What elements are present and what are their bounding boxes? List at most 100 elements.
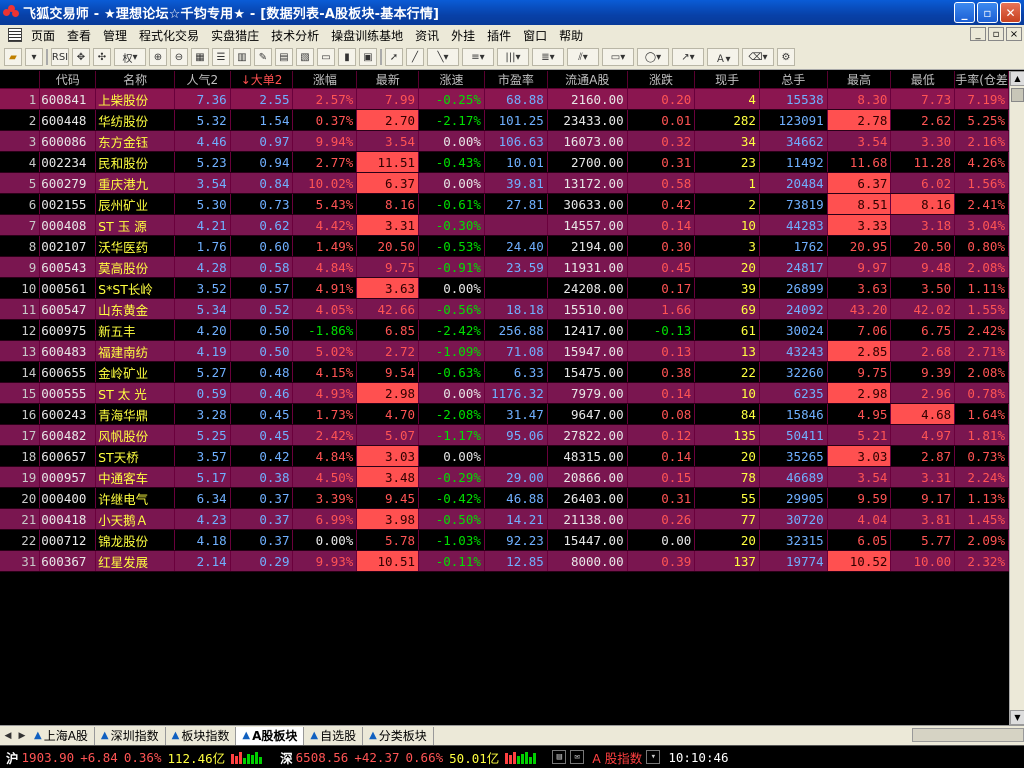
table-row[interactable]: 19 000957 中通客车 5.17 0.38 4.50% 3.48 -0.29% 29.00…	[0, 466, 1009, 488]
page-icon[interactable]: ▭	[317, 48, 335, 66]
dropdown-arrow-icon[interactable]: ▾	[25, 48, 43, 66]
tab-sh-a[interactable]: ▲ 上海A股	[28, 726, 95, 745]
grid-icon[interactable]: ▦	[191, 48, 209, 66]
table-row[interactable]: 6 002155 辰州矿业 5.30 0.73 5.43% 8.16 -0.61% 27.81 3…	[0, 193, 1009, 215]
list-icon[interactable]: ☰	[212, 48, 230, 66]
menu-help[interactable]: 帮助	[553, 27, 589, 44]
menu-page[interactable]: 页面	[25, 27, 61, 44]
menu-manage[interactable]: 管理	[97, 27, 133, 44]
ellipse-tool-icon[interactable]: ◯▾	[637, 48, 669, 66]
index-selector[interactable]: A 股指数	[592, 748, 642, 767]
eraser-icon[interactable]: ⌫▾	[742, 48, 774, 66]
candlestick-icon[interactable]: ▮	[338, 48, 356, 66]
table-row[interactable]: 14 600655 金岭矿业 5.27 0.48 4.15% 9.54 -0.63% 6.33 1…	[0, 361, 1009, 383]
rectangle-tool-icon[interactable]: ▭▾	[602, 48, 634, 66]
crosshair-icon[interactable]: ✥	[72, 48, 90, 66]
table-row[interactable]: 21 000418 小天鹅Ａ 4.23 0.37 6.99% 3.98 -0.50% 14.21…	[0, 508, 1009, 530]
menu-window[interactable]: 窗口	[517, 27, 553, 44]
table-row[interactable]: 8 002107 沃华医药 1.76 0.60 1.49% 20.50 -0.53% 24.40…	[0, 235, 1009, 257]
table-row[interactable]: 15 000555 ST 太 光 0.59 0.46 4.93% 2.98 0.00% 1176…	[0, 382, 1009, 404]
minimize-button[interactable]: _	[954, 2, 975, 23]
table-row[interactable]: 22 000712 锦龙股份 4.18 0.37 0.00% 5.78 -1.03% 92.23…	[0, 529, 1009, 551]
text-tool-icon[interactable]: Ａ▾	[707, 48, 739, 66]
settings-icon[interactable]: ⚙	[777, 48, 795, 66]
menu-addon[interactable]: 外挂	[445, 27, 481, 44]
vertical-scrollbar[interactable]: ▲ ▼	[1009, 71, 1024, 725]
tab-next-icon[interactable]: ▶	[16, 729, 28, 743]
menu-realtrade[interactable]: 实盘猎庄	[205, 27, 265, 44]
col-header-last-volume[interactable]: 现手	[694, 71, 760, 89]
col-header-low[interactable]: 最低	[890, 71, 956, 89]
tab-prev-icon[interactable]: ◀	[2, 729, 14, 743]
table-row[interactable]: 16 600243 青海华鼎 3.28 0.45 1.73% 4.70 -2.08% 31.47…	[0, 403, 1009, 425]
col-header-total-volume[interactable]: 总手	[759, 71, 828, 89]
table-row[interactable]: 9 600543 莫高股份 4.28 0.58 4.84% 9.75 -0.91% 23.59 1…	[0, 256, 1009, 278]
message-icon[interactable]: ✉	[570, 750, 585, 764]
tab-category-sector[interactable]: ▲ 分类板块	[363, 726, 434, 745]
zoom-in-icon[interactable]: ⊕	[149, 48, 167, 66]
folder-open-icon[interactable]: ▰	[4, 48, 22, 66]
table-row[interactable]: 17 600482 风帆股份 5.25 0.45 2.42% 5.07 -1.17% 95.06…	[0, 424, 1009, 446]
col-header-index[interactable]	[0, 71, 41, 89]
image-icon[interactable]: ▣	[359, 48, 377, 66]
layout-icon[interactable]: ▧	[296, 48, 314, 66]
menu-training[interactable]: 操盘训练基地	[325, 27, 409, 44]
col-header-code[interactable]: 代码	[39, 71, 97, 89]
zoom-out-icon[interactable]: ⊖	[170, 48, 188, 66]
table-row[interactable]: 1 600841 上柴股份 7.36 2.55 2.57% 7.99 -0.25% 68.88 2…	[0, 88, 1009, 110]
ray-tool-icon[interactable]: ╲▾	[427, 48, 459, 66]
tab-a-share-sector[interactable]: ▲ A股板块	[236, 726, 305, 745]
col-header-popularity[interactable]: 人气2	[174, 71, 231, 89]
col-header-latest[interactable]: 最新	[356, 71, 420, 89]
tab-sz-index[interactable]: ▲ 深圳指数	[95, 726, 166, 745]
alert-icon[interactable]: ▤	[552, 750, 567, 764]
parallel-lines-icon[interactable]: ⫽▾	[567, 48, 599, 66]
col-header-turnover[interactable]: 手率(仓差	[954, 71, 1009, 89]
col-header-float-shares[interactable]: 流通A股	[547, 71, 628, 89]
menu-tech-analysis[interactable]: 技术分析	[265, 27, 325, 44]
pencil-icon[interactable]: ✎	[254, 48, 272, 66]
rights-combo[interactable]: 权 ▾	[114, 48, 146, 66]
arrow-tool-icon[interactable]: ↗▾	[672, 48, 704, 66]
table-row[interactable]: 31 600367 红星发展 2.14 0.29 9.93% 10.51 -0.11% 12.8…	[0, 550, 1009, 572]
mdi-restore-button[interactable]: ▫	[988, 27, 1004, 41]
drag-icon[interactable]: ✣	[93, 48, 111, 66]
mdi-close-button[interactable]: ×	[1006, 27, 1022, 41]
table-row[interactable]: 10 000561 S*ST长岭 3.52 0.57 4.91% 3.63 0.00% 2420…	[0, 277, 1009, 299]
table-row[interactable]: 4 002234 民和股份 5.23 0.94 2.77% 11.51 -0.43% 10.01…	[0, 151, 1009, 173]
vertical-lines-icon[interactable]: |||▾	[497, 48, 529, 66]
menu-plugin[interactable]: 插件	[481, 27, 517, 44]
table-row[interactable]: 5 600279 重庆港九 3.54 0.84 10.02% 6.37 0.00% 39.81 1…	[0, 172, 1009, 194]
table-row[interactable]: 7 000408 ST 玉 源 4.21 0.62 4.42% 3.31 -0.30% 1455…	[0, 214, 1009, 236]
channel-tool-icon[interactable]: ≡▾	[462, 48, 494, 66]
table-row[interactable]: 2 600448 华纺股份 5.32 1.54 0.37% 2.70 -2.17% 101.25…	[0, 109, 1009, 131]
table-row[interactable]: 18 600657 ST天桥 3.57 0.42 4.84% 3.03 0.00% 48315.…	[0, 445, 1009, 467]
horizontal-scrollbar[interactable]	[912, 728, 1024, 742]
col-header-change[interactable]: 涨跌	[627, 71, 696, 89]
fibonacci-icon[interactable]: ≣▾	[532, 48, 564, 66]
report-icon[interactable]: RSI	[51, 48, 69, 66]
table-row[interactable]: 20 000400 许继电气 6.34 0.37 3.39% 9.45 -0.42% 46.88…	[0, 487, 1009, 509]
table-row[interactable]: 13 600483 福建南纺 4.19 0.50 5.02% 2.72 -1.09% 71.08…	[0, 340, 1009, 362]
document-icon[interactable]	[8, 28, 22, 42]
scroll-up-icon[interactable]: ▲	[1010, 71, 1024, 86]
scroll-thumb[interactable]	[1011, 88, 1024, 102]
col-header-speed[interactable]: 涨速	[418, 71, 485, 89]
col-header-big-order[interactable]: ↓大单2	[230, 71, 294, 89]
tile-icon[interactable]: ▤	[275, 48, 293, 66]
close-button[interactable]: ✕	[1000, 2, 1021, 23]
col-header-name[interactable]: 名称	[95, 71, 175, 89]
table-row[interactable]: 3 600086 东方金钰 4.46 0.97 9.94% 3.54 0.00% 106.63 1…	[0, 130, 1009, 152]
menu-programmatic[interactable]: 程式化交易	[133, 27, 205, 44]
tab-sector-index[interactable]: ▲ 板块指数	[166, 726, 237, 745]
table-row[interactable]: 12 600975 新五丰 4.20 0.50 -1.86% 6.85 -2.42% 256.8…	[0, 319, 1009, 341]
tab-watchlist[interactable]: ▲ 自选股	[304, 726, 364, 745]
menu-info[interactable]: 资讯	[409, 27, 445, 44]
scroll-down-icon[interactable]: ▼	[1010, 710, 1024, 725]
dropdown-arrow-icon[interactable]: ▾	[646, 750, 661, 764]
col-header-pe[interactable]: 市盈率	[484, 71, 548, 89]
pointer-icon[interactable]: ➚	[385, 48, 403, 66]
mdi-minimize-button[interactable]: _	[970, 27, 986, 41]
stock-quote-grid[interactable]: 代码 名称 人气2 ↓大单2 涨幅 最新 涨速 市盈率 流通A股 涨跌 现手 总…	[0, 71, 1009, 725]
menu-view[interactable]: 查看	[61, 27, 97, 44]
